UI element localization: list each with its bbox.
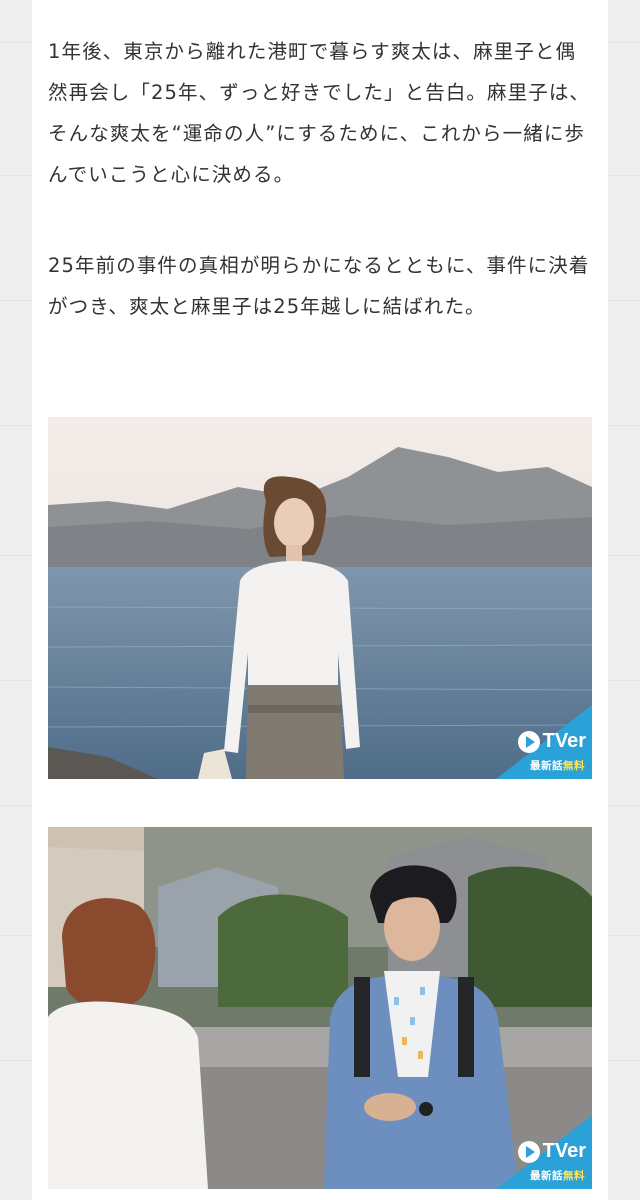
- article-card: 1年後、東京から離れた港町で暮らす爽太は、麻里子と偶然再会し「25年、ずっと好き…: [32, 0, 608, 1200]
- badge-caption: 最新話無料: [530, 1168, 585, 1183]
- badge-free-label: 無料: [563, 1170, 585, 1182]
- tver-logo: TVer: [517, 730, 586, 753]
- badge-label: 最新話: [530, 1170, 563, 1182]
- page: 1年後、東京から離れた港町で暮らす爽太は、麻里子と偶然再会し「25年、ずっと好き…: [0, 0, 640, 1200]
- article-image[interactable]: TVer 最新話無料: [48, 417, 592, 779]
- tver-logo: TVer: [517, 1140, 586, 1163]
- play-icon: [517, 1140, 540, 1163]
- badge-caption: 最新話無料: [530, 758, 585, 773]
- article-paragraph: 25年前の事件の真相が明らかになるとともに、事件に決着がつき、爽太と麻里子は25…: [48, 254, 590, 318]
- tver-logo-text: TVer: [542, 1140, 586, 1162]
- article-paragraph: 1年後、東京から離れた港町で暮らす爽太は、麻里子と偶然再会し「25年、ずっと好き…: [48, 40, 591, 186]
- badge-label: 最新話: [530, 760, 563, 772]
- tver-badge[interactable]: TVer 最新話無料: [496, 1115, 592, 1189]
- tver-logo-text: TVer: [542, 730, 586, 752]
- tver-badge[interactable]: TVer 最新話無料: [496, 705, 592, 779]
- badge-free-label: 無料: [563, 760, 585, 772]
- article-image[interactable]: TVer 最新話無料: [48, 827, 592, 1189]
- play-icon: [517, 730, 540, 753]
